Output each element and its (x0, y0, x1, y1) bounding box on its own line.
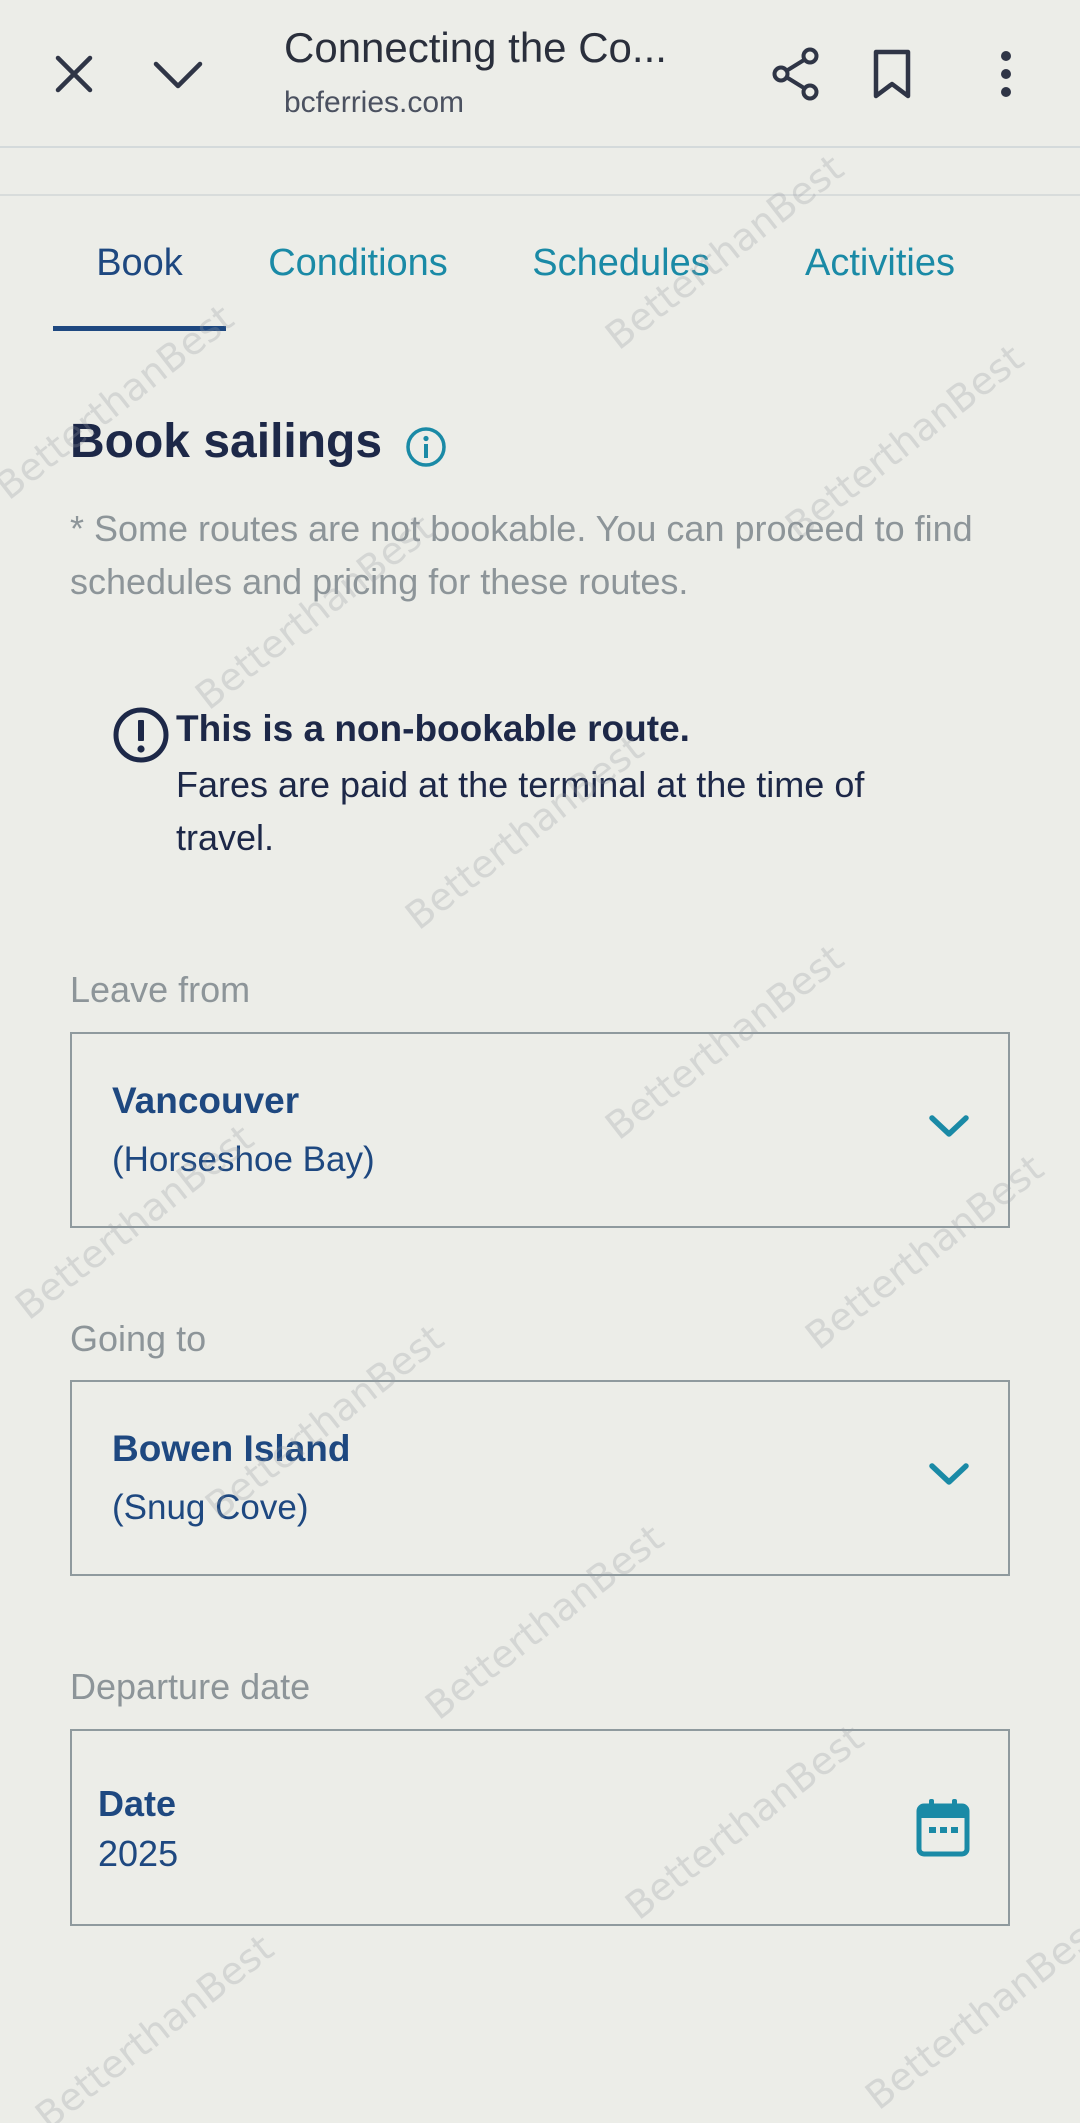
bookmark-icon[interactable] (862, 44, 922, 104)
going-to-value: Bowen Island (112, 1428, 351, 1469)
content-divider (0, 148, 1080, 196)
going-to-detail: (Snug Cove) (112, 1488, 309, 1527)
departure-date-detail: 2025 (98, 1833, 179, 1874)
page-domain[interactable]: bcferries.com (284, 86, 464, 120)
chevron-down-icon[interactable] (148, 44, 208, 104)
info-icon[interactable] (404, 425, 448, 474)
active-tab-indicator (53, 326, 226, 331)
more-vert-icon[interactable] (976, 44, 1036, 104)
tab-label: Conditions (268, 242, 448, 284)
browser-toolbar: Connecting the Co... bcferries.com (0, 0, 1080, 148)
tab-activities[interactable]: Activities (782, 222, 978, 328)
departure-date-label: Departure date (70, 1666, 311, 1707)
going-to-label: Going to (70, 1318, 207, 1359)
departure-date-value: Date (98, 1783, 177, 1824)
close-icon[interactable] (44, 44, 104, 104)
chevron-down-icon (928, 1114, 970, 1145)
section-tabs: Book Conditions Schedules Activities (0, 222, 1080, 331)
alert-title: This is a non-bookable route. (176, 708, 690, 749)
leave-from-select[interactable]: Vancouver (Horseshoe Bay) (70, 1032, 1010, 1228)
watermark: BetterthanBest (857, 1905, 1080, 2119)
leave-from-label: Leave from (70, 969, 251, 1010)
calendar-icon[interactable] (916, 1797, 970, 1862)
alert-body: Fares are paid at the terminal at the ti… (176, 764, 865, 858)
share-icon[interactable] (766, 44, 826, 104)
tab-book[interactable]: Book (53, 222, 226, 328)
page-title[interactable]: Connecting the Co... (284, 24, 724, 72)
leave-from-value: Vancouver (112, 1080, 300, 1121)
tab-label: Activities (805, 242, 955, 284)
going-to-select[interactable]: Bowen Island (Snug Cove) (70, 1380, 1010, 1576)
tab-label: Book (96, 242, 183, 284)
booking-note: * Some routes are not bookable. You can … (70, 508, 973, 602)
tab-conditions[interactable]: Conditions (250, 222, 466, 328)
departure-date-field[interactable]: Date 2025 (70, 1729, 1010, 1926)
watermark: BetterthanBest (27, 1925, 282, 2123)
page-heading: Book sailings (70, 415, 383, 468)
leave-from-detail: (Horseshoe Bay) (112, 1140, 375, 1179)
chevron-down-icon (928, 1462, 970, 1493)
tab-schedules[interactable]: Schedules (516, 222, 726, 328)
tab-label: Schedules (532, 242, 710, 284)
alert-icon (112, 706, 170, 769)
